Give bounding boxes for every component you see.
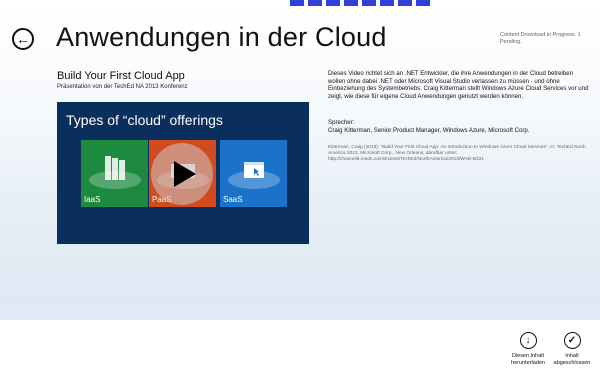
tile-label-iaas: IaaS [84,195,101,204]
content-heading: Build Your First Cloud App [57,70,185,82]
content-complete-label: Inhalt abgeschlossen [553,353,591,366]
download-icon: ↓ [519,332,537,349]
download-status: Content Download in Progress. 1 Pending. [500,32,581,45]
speaker-label: Sprecher: [328,119,355,126]
back-button[interactable]: ← [12,28,34,50]
checkmark-icon: ✓ [563,332,581,349]
window-cursor-icon [228,162,280,189]
top-accent-strip [290,0,430,6]
play-button[interactable] [151,143,213,205]
tile-label-saas: SaaS [223,195,243,204]
tile-saas: SaaS [220,140,287,207]
speaker-block: Sprecher: Craig Kitterman, Senior Produc… [328,119,590,134]
speaker-name: Craig Kitterman, Senior Product Manager,… [328,126,530,134]
video-player[interactable]: Types of “cloud” offerings IaaS PaaS Saa… [57,102,309,244]
citation: Kitterman, Craig (2013): "Build Your Fir… [328,145,586,162]
server-cloud-icon [89,156,141,189]
content-subheading: Präsentation von der TechEd NA 2013 Konf… [57,84,188,90]
content-complete-button[interactable]: ✓ Inhalt abgeschlossen [547,332,597,366]
play-icon [174,161,196,187]
page-title: Anwendungen in der Cloud [56,22,387,52]
tile-iaas: IaaS [81,140,148,207]
video-title: Types of “cloud” offerings [66,112,223,128]
download-content-button[interactable]: ↓ Diesen Inhalt herunterladen [503,332,553,366]
content-description: Dieses Video richtet sich an .NET Entwic… [328,70,589,100]
app-bar: ↓ Diesen Inhalt herunterladen ✓ Inhalt a… [0,320,600,375]
arrow-left-icon: ← [16,31,30,47]
download-content-label: Diesen Inhalt herunterladen [511,353,545,366]
